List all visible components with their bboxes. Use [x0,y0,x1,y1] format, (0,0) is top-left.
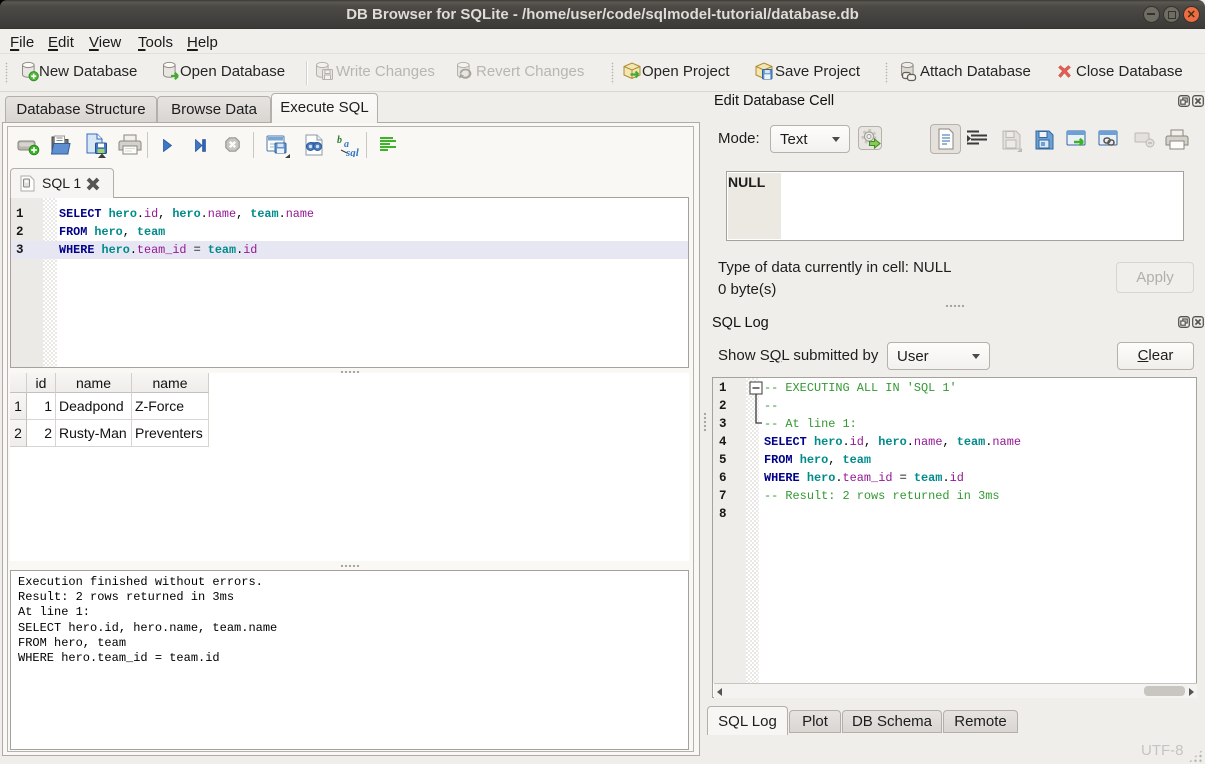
svg-text:b: b [337,135,342,146]
svg-text:sql: sql [345,147,360,157]
